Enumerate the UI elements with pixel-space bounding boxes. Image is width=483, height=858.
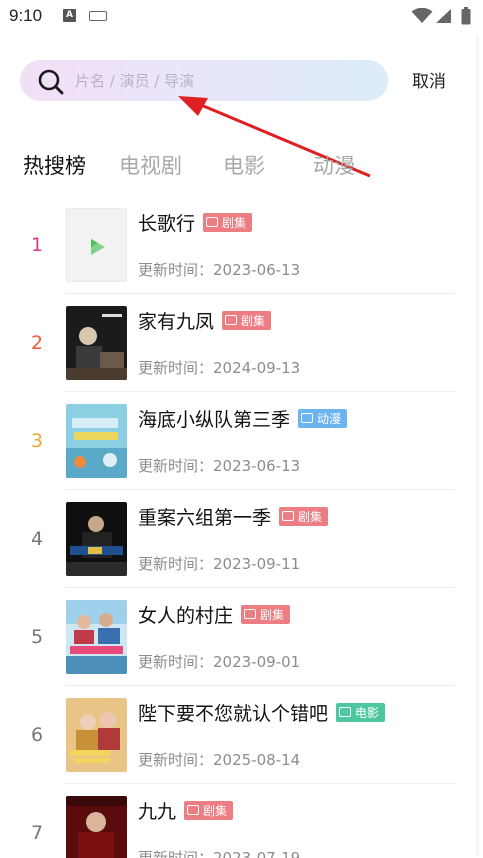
poster-thumbnail[interactable] [66,208,127,282]
update-time: 更新时间：2023-07-19 [138,849,301,858]
tab-hot-search[interactable]: 热搜榜 [23,150,86,180]
badge-label: 剧集 [241,313,266,328]
tv-icon [282,511,295,521]
keyboard-icon [89,11,107,21]
poster-thumbnail[interactable] [66,404,127,478]
cancel-button[interactable]: 取消 [412,67,446,92]
rank-number: 4 [30,528,44,550]
badge-label: 动漫 [317,411,342,426]
signal-icon [436,9,451,23]
item-title: 女人的村庄 [138,604,234,627]
tv-icon [301,413,314,423]
badge-label: 电影 [355,705,380,720]
search-icon [38,69,64,95]
tv-icon [206,217,219,227]
badge-label: 剧集 [260,607,285,622]
tv-icon [187,805,200,815]
status-bar: 9:10 A [0,0,483,36]
list-item[interactable]: 7 九九 剧集 更新时间：2023-07-19 [0,784,483,858]
rank-number: 5 [30,626,44,648]
poster-thumbnail[interactable] [66,306,127,380]
rank-number: 6 [30,724,44,746]
poster-thumbnail[interactable] [66,698,127,772]
item-title: 九九 [138,800,177,823]
tv-icon [339,707,352,717]
list-item[interactable]: 2 家有九凤 剧集 更新时间：2024-09-13 [0,294,483,392]
item-title: 陛下要不您就认个错吧 [138,702,329,725]
update-time: 更新时间：2024-09-13 [138,359,301,377]
update-time: 更新时间：2023-09-01 [138,653,301,671]
item-title: 重案六组第一季 [138,506,272,529]
update-time: 更新时间：2023-06-13 [138,261,301,279]
category-badge: 动漫 [298,408,348,428]
list-item[interactable]: 1 长歌行 剧集 更新时间：2023-06-13 [0,196,483,294]
list-item[interactable]: 6 陛下要不您就认个错吧 电影 更新时间：2025-08-14 [0,686,483,784]
title-line: 九九 剧集 [138,797,234,823]
title-line: 海底小纵队第三季 动漫 [138,405,348,431]
status-time: 9:10 [9,6,43,25]
title-line: 家有九凤 剧集 [138,307,272,333]
title-line: 女人的村庄 剧集 [138,601,291,627]
update-time: 更新时间：2023-09-11 [138,555,301,573]
category-badge: 剧集 [184,800,234,820]
item-title: 家有九凤 [138,310,215,333]
poster-thumbnail[interactable] [66,502,127,576]
battery-icon [461,7,471,25]
tab-anime[interactable]: 动漫 [313,150,355,180]
tab-movie[interactable]: 电影 [223,150,265,180]
rank-number: 1 [30,234,44,256]
list-item[interactable]: 4 重案六组第一季 剧集 更新时间：2023-09-11 [0,490,483,588]
badge-label: 剧集 [298,509,323,524]
scrollbar[interactable] [476,36,479,856]
rank-number: 7 [30,822,44,844]
item-title: 海底小纵队第三季 [138,408,291,431]
tv-icon [225,315,238,325]
category-badge: 剧集 [279,506,329,526]
list-item[interactable]: 3 海底小纵队第三季 动漫 更新时间：2023-06-13 [0,392,483,490]
title-line: 重案六组第一季 剧集 [138,503,329,529]
wifi-icon [411,8,433,23]
title-line: 长歌行 剧集 [138,209,253,235]
list-item[interactable]: 5 女人的村庄 剧集 更新时间：2023-09-01 [0,588,483,686]
category-badge: 剧集 [222,310,272,330]
update-time: 更新时间：2023-06-13 [138,457,301,475]
title-line: 陛下要不您就认个错吧 电影 [138,699,386,725]
badge-label: 剧集 [222,215,247,230]
rank-number: 2 [30,332,44,354]
item-title: 长歌行 [138,212,196,235]
badge-label: 剧集 [203,803,228,818]
tab-tv-series[interactable]: 电视剧 [119,150,182,180]
notification-a-icon: A [63,9,76,22]
poster-thumbnail[interactable] [66,600,127,674]
update-time: 更新时间：2025-08-14 [138,751,301,769]
category-badge: 剧集 [203,212,253,232]
category-badge: 电影 [336,702,386,722]
category-badge: 剧集 [241,604,291,624]
tv-icon [244,609,257,619]
category-tabs: 热搜榜 电视剧 电影 动漫 [23,150,463,182]
rank-number: 3 [30,430,44,452]
poster-thumbnail[interactable] [66,796,127,858]
